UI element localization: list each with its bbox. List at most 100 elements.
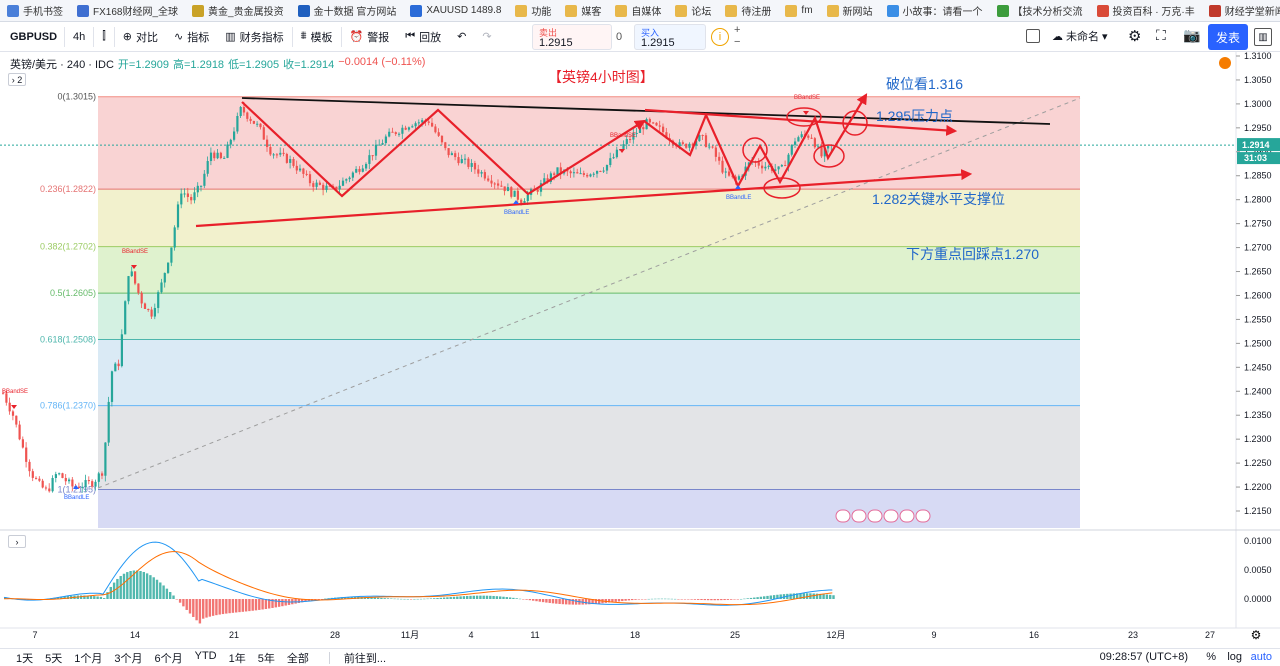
layout-name-button[interactable]: ☁ 未命名 ▾ <box>1052 28 1108 44</box>
camera-icon[interactable]: 📷 <box>1183 27 1200 44</box>
candle-body <box>54 474 57 478</box>
macd-histogram-bar <box>142 571 145 599</box>
goto-button[interactable]: 前往到... <box>344 650 386 666</box>
undo-button[interactable]: ↶ <box>449 22 474 52</box>
candle-body <box>388 131 391 137</box>
signal-label: BBandSE <box>794 95 820 101</box>
candle-body <box>38 478 41 481</box>
gear-icon[interactable]: ⚙ <box>1128 27 1141 45</box>
bookmark-item[interactable]: 功能 <box>508 0 558 21</box>
bookmark-item[interactable]: 论坛 <box>668 0 718 21</box>
candle-body <box>341 180 345 186</box>
candle-body <box>622 144 625 150</box>
percent-toggle[interactable]: % <box>1206 651 1216 663</box>
quantity-stepper[interactable]: + − <box>734 24 740 48</box>
candle-body <box>417 122 420 124</box>
bookmark-item[interactable]: 黄金_贵金属投资 <box>185 0 291 21</box>
macd-histogram-bar <box>433 598 436 599</box>
replay-button[interactable]: ⏮ 回放 <box>397 22 449 52</box>
candle-body <box>233 131 236 140</box>
price-chart[interactable]: 0(1.3015) 0.236(1.2822) 0.382(1.2702) 0.5(1… <box>0 52 1280 647</box>
bookmark-item[interactable]: 自媒体 <box>608 0 668 21</box>
macd-histogram-bar <box>598 599 601 604</box>
bookmark-item[interactable]: XAUUSD 1489.8 <box>403 0 508 21</box>
macd-histogram-bar <box>274 599 277 608</box>
range-option[interactable]: 3个月 <box>108 650 148 666</box>
macd-histogram-bar <box>99 596 103 599</box>
info-icon[interactable]: i <box>711 28 729 46</box>
macd-histogram-bar <box>644 599 647 600</box>
templates-button[interactable]: ⩩ 模板 <box>293 22 341 52</box>
candle-body <box>764 166 767 169</box>
price-tick-label: 1.2650 <box>1244 267 1272 277</box>
range-option[interactable]: 6个月 <box>149 650 189 666</box>
macd-histogram-bar <box>103 598 106 599</box>
short-signal-icon <box>11 405 17 409</box>
candle-body <box>190 196 193 201</box>
bookmark-item[interactable]: 小故事：请看一个 <box>880 0 990 21</box>
candle-body <box>708 146 711 148</box>
range-option[interactable]: 全部 <box>281 650 315 666</box>
log-toggle[interactable]: log <box>1227 651 1242 663</box>
candle-body <box>68 479 71 482</box>
range-option[interactable]: 1天 <box>10 650 39 666</box>
candle-body <box>513 190 516 197</box>
compare-button[interactable]: ⊕ 对比 <box>115 22 166 52</box>
candle-body <box>183 193 186 195</box>
candle-body <box>526 194 529 202</box>
macd-histogram-bar <box>697 599 700 600</box>
candle-body <box>51 477 54 492</box>
macd-histogram-bar <box>690 599 693 600</box>
indicators-button[interactable]: ∿ 指标 <box>166 22 217 52</box>
bookmark-icon <box>725 4 738 17</box>
candle-body <box>259 123 262 128</box>
bookmark-item[interactable]: 手机书签 <box>0 0 70 21</box>
range-option[interactable]: 1个月 <box>68 650 108 666</box>
symbol-search[interactable]: GBPUSD <box>0 22 64 52</box>
range-option[interactable]: YTD <box>189 650 223 666</box>
candle-body <box>658 125 661 127</box>
macd-histogram-bar <box>96 596 99 599</box>
bookmark-item[interactable]: 财经学堂新闻专 <box>1202 0 1280 21</box>
time-tick-label: 14 <box>130 630 140 640</box>
fib-zone <box>98 293 1080 340</box>
bookmark-item[interactable]: 金十数据 官方网站 <box>291 0 404 21</box>
rewind-icon: ⏮ <box>405 30 416 42</box>
bookmark-item[interactable]: FX168财经网_全球 <box>70 0 185 21</box>
bookmark-item[interactable]: fm <box>778 0 819 21</box>
clock-display: 09:28:57 (UTC+8) <box>1099 651 1188 663</box>
sidebar-toggle-icon[interactable]: ▥ <box>1254 28 1272 46</box>
publish-button[interactable]: 发表 <box>1208 24 1248 50</box>
candle-body <box>25 447 28 462</box>
macd-histogram-bar <box>248 599 251 612</box>
range-option[interactable]: 5年 <box>252 650 281 666</box>
candle-body <box>15 415 18 425</box>
price-tick-label: 1.2750 <box>1244 219 1272 229</box>
bookmark-item[interactable]: 媒客 <box>558 0 608 21</box>
sell-box[interactable]: 卖出 1.2915 <box>532 24 612 50</box>
bookmark-item[interactable]: 【技术分析交流 <box>990 0 1090 21</box>
chart-type-button[interactable]: ⫿ <box>94 22 114 52</box>
range-option[interactable]: 5天 <box>39 650 68 666</box>
macd-histogram-bar <box>436 598 439 599</box>
macd-histogram-bar <box>584 599 588 605</box>
range-option[interactable]: 1年 <box>223 650 252 666</box>
candle-body <box>414 123 417 127</box>
fullscreen-icon[interactable]: ⛶ <box>1156 27 1166 44</box>
redo-button[interactable]: ↷ <box>474 22 499 52</box>
bookmark-item[interactable]: 新网站 <box>820 0 880 21</box>
macd-histogram-bar <box>403 598 406 600</box>
macd-histogram-bar <box>680 599 683 600</box>
alert-button[interactable]: ⏰ 警报 <box>342 22 398 52</box>
buy-box[interactable]: 买入 1.2915 <box>634 24 706 50</box>
layout-square-icon[interactable] <box>1026 29 1040 43</box>
bookmark-item[interactable]: 待注册 <box>718 0 778 21</box>
candle-body <box>163 272 166 283</box>
candle-body <box>213 152 216 159</box>
bookmark-item[interactable]: 投资百科 · 万克·丰 <box>1090 0 1202 21</box>
auto-toggle[interactable]: auto <box>1251 651 1272 663</box>
settings-gear-icon: ⚙ <box>1251 628 1262 642</box>
candle-body <box>91 481 94 487</box>
interval-button[interactable]: 4h <box>65 22 93 52</box>
financials-button[interactable]: ▥ 财务指标 <box>217 22 291 52</box>
